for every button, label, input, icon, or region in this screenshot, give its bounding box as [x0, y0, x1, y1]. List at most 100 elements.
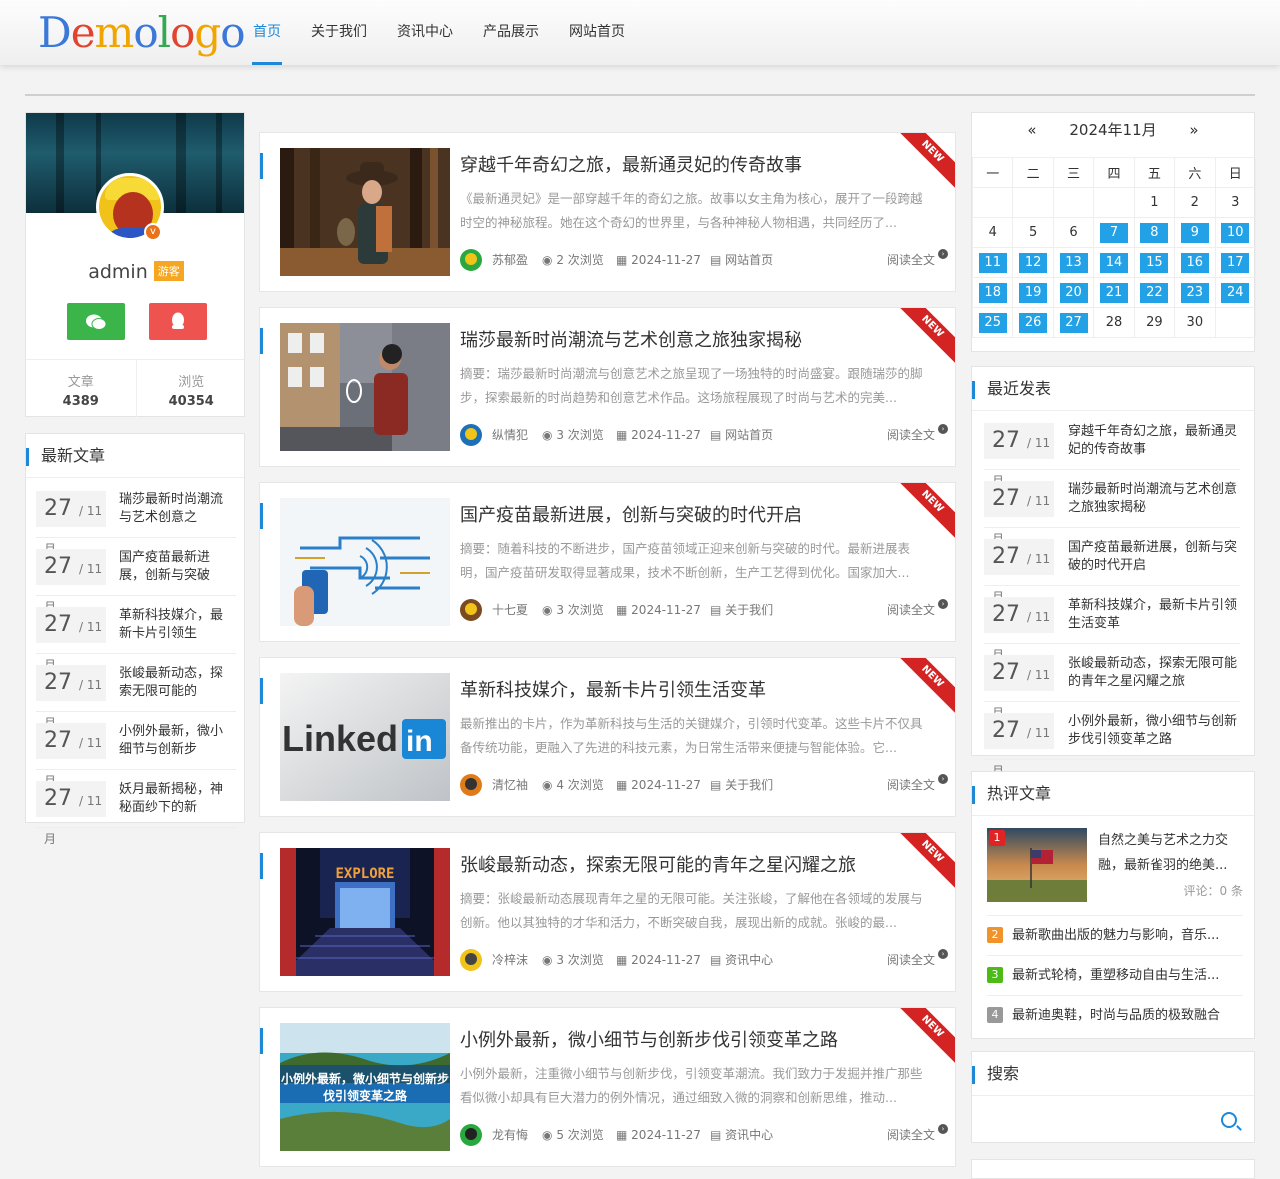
calendar-day-link[interactable]: 17	[1214, 247, 1257, 278]
nav-home[interactable]: 首页	[238, 0, 296, 65]
latest-article-item[interactable]: 27 / 11月国产疫苗最新进展，创新与突破	[36, 538, 236, 614]
recent-post-title[interactable]: 张峻最新动态，探索无限可能的青年之星闪耀之旅	[1068, 655, 1240, 691]
calendar-day-link[interactable]: 27	[1052, 307, 1095, 338]
author-name[interactable]: 冷梓沫	[492, 949, 528, 971]
post-category[interactable]: ▤ 网站首页	[710, 424, 773, 446]
calendar-day-link[interactable]: 26	[1012, 307, 1054, 338]
article-title[interactable]: 革新科技媒介，最新卡片引领生活变革	[460, 676, 766, 702]
author-name[interactable]: 清忆袖	[492, 774, 528, 796]
calendar-day-link[interactable]: 20	[1052, 277, 1095, 308]
calendar-day-link[interactable]: 24	[1214, 277, 1257, 308]
hot-top-item[interactable]: 1 自然之美与艺术之力交融，最新雀羽的绝美... 评论：0 条	[987, 828, 1243, 910]
hot-top-title[interactable]: 自然之美与艺术之力交融，最新雀羽的绝美...	[1098, 828, 1244, 878]
latest-article-title[interactable]: 张峻最新动态，探索无限可能的	[119, 665, 229, 701]
calendar-day-link[interactable]: 14	[1093, 247, 1135, 278]
latest-article-title[interactable]: 国产疫苗最新进展，创新与突破	[119, 549, 229, 585]
latest-article-item[interactable]: 27 / 11月瑞莎最新时尚潮流与艺术创意之	[36, 480, 236, 556]
calendar-day-link[interactable]: 16	[1174, 247, 1216, 278]
read-more-link[interactable]: 阅读全文 ›	[887, 599, 948, 621]
article-title[interactable]: 张峻最新动态，探索无限可能的青年之星闪耀之旅	[460, 851, 856, 877]
search-input[interactable]	[984, 1105, 1214, 1135]
calendar-day-link[interactable]: 11	[971, 247, 1014, 278]
author-avatar[interactable]	[460, 774, 482, 796]
read-more-link[interactable]: 阅读全文 ›	[887, 949, 948, 971]
post-category[interactable]: ▤ 关于我们	[710, 599, 773, 621]
article-thumbnail[interactable]	[280, 498, 450, 626]
author-avatar[interactable]	[460, 249, 482, 271]
calendar-day-link[interactable]: 23	[1174, 277, 1216, 308]
nav-site-home[interactable]: 网站首页	[554, 0, 640, 65]
hot-article-title[interactable]: 最新歌曲出版的魅力与影响，音乐...	[1012, 928, 1219, 943]
calendar-day-link[interactable]: 15	[1133, 247, 1176, 278]
latest-article-item[interactable]: 27 / 11月张峻最新动态，探索无限可能的	[36, 654, 236, 730]
article-title[interactable]: 小例外最新，微小细节与创新步伐引领变革之路	[460, 1026, 838, 1052]
post-category[interactable]: ▤ 资讯中心	[710, 1124, 773, 1146]
article-thumbnail[interactable]	[280, 148, 450, 276]
latest-article-title[interactable]: 妖月最新揭秘，神秘面纱下的新	[119, 781, 229, 817]
article-title[interactable]: 国产疫苗最新进展，创新与突破的时代开启	[460, 501, 802, 527]
calendar-day-link[interactable]: 25	[971, 307, 1014, 338]
recent-post-item[interactable]: 27 / 11月革新科技媒介，最新卡片引领生活变革	[984, 586, 1240, 662]
recent-post-item[interactable]: 27 / 11月瑞莎最新时尚潮流与艺术创意之旅独家揭秘	[984, 470, 1240, 546]
calendar-day-link[interactable]: 9	[1174, 217, 1216, 248]
author-name[interactable]: 十七夏	[492, 599, 528, 621]
author-avatar[interactable]	[460, 599, 482, 621]
hot-article-item[interactable]: 2 最新歌曲出版的魅力与影响，音乐...	[987, 915, 1243, 955]
recent-post-item[interactable]: 27 / 11月穿越千年奇幻之旅，最新通灵妃的传奇故事	[984, 412, 1240, 488]
search-icon[interactable]	[1221, 1112, 1237, 1128]
wechat-button[interactable]	[67, 303, 125, 340]
calendar-day-link[interactable]: 18	[971, 277, 1014, 308]
article-title[interactable]: 瑞莎最新时尚潮流与艺术创意之旅独家揭秘	[460, 326, 802, 352]
read-more-link[interactable]: 阅读全文 ›	[887, 1124, 948, 1146]
site-logo[interactable]: Demologo	[38, 6, 246, 60]
hot-top-thumbnail[interactable]: 1	[987, 828, 1087, 902]
latest-article-item[interactable]: 27 / 11月革新科技媒介，最新卡片引领生	[36, 596, 236, 672]
hot-article-item[interactable]: 3 最新式轮椅，重塑移动自由与生活...	[987, 955, 1243, 995]
latest-article-title[interactable]: 革新科技媒介，最新卡片引领生	[119, 607, 229, 643]
read-more-link[interactable]: 阅读全文 ›	[887, 249, 948, 271]
calendar-day-link[interactable]: 7	[1093, 217, 1135, 248]
author-avatar[interactable]	[460, 949, 482, 971]
calendar-day-link[interactable]: 21	[1093, 277, 1135, 308]
nav-news[interactable]: 资讯中心	[382, 0, 468, 65]
read-more-link[interactable]: 阅读全文 ›	[887, 774, 948, 796]
post-category[interactable]: ▤ 资讯中心	[710, 949, 773, 971]
article-thumbnail[interactable]	[280, 323, 450, 451]
nav-products[interactable]: 产品展示	[468, 0, 554, 65]
author-avatar[interactable]	[460, 1124, 482, 1146]
recent-post-title[interactable]: 小例外最新，微小细节与创新步伐引领变革之路	[1068, 713, 1240, 749]
article-thumbnail[interactable]: 小例外最新，微小细节与创新步伐引领变革之路	[280, 1023, 450, 1151]
recent-post-title[interactable]: 革新科技媒介，最新卡片引领生活变革	[1068, 597, 1240, 633]
calendar-day-link[interactable]: 13	[1052, 247, 1095, 278]
latest-article-title[interactable]: 小例外最新，微小细节与创新步	[119, 723, 229, 759]
calendar-day-link[interactable]: 8	[1133, 217, 1176, 248]
latest-article-item[interactable]: 27 / 11月小例外最新，微小细节与创新步	[36, 712, 236, 788]
latest-article-item[interactable]: 27 / 11月 妖月最新揭秘，神秘面纱下的新	[36, 770, 236, 846]
calendar-next-button[interactable]: »	[1189, 121, 1198, 139]
article-thumbnail[interactable]: EXPLORE	[280, 848, 450, 976]
calendar-prev-button[interactable]: «	[1027, 121, 1036, 139]
hot-article-title[interactable]: 最新式轮椅，重塑移动自由与生活...	[1012, 968, 1219, 983]
recent-post-item[interactable]: 27 / 11月张峻最新动态，探索无限可能的青年之星闪耀之旅	[984, 644, 1240, 720]
latest-article-title[interactable]: 瑞莎最新时尚潮流与艺术创意之	[119, 491, 229, 527]
hot-article-item[interactable]: 4 最新迪奥鞋，时尚与品质的极致融合	[987, 995, 1243, 1035]
author-name[interactable]: 龙有悔	[492, 1124, 528, 1146]
qq-button[interactable]	[149, 303, 207, 340]
recent-post-title[interactable]: 穿越千年奇幻之旅，最新通灵妃的传奇故事	[1068, 423, 1240, 459]
calendar-day-link[interactable]: 12	[1012, 247, 1054, 278]
recent-post-item[interactable]: 27 / 11月国产疫苗最新进展，创新与突破的时代开启	[984, 528, 1240, 604]
article-thumbnail[interactable]: Linked in	[280, 673, 450, 801]
read-more-link[interactable]: 阅读全文 ›	[887, 424, 948, 446]
calendar-day-link[interactable]: 22	[1133, 277, 1176, 308]
post-category[interactable]: ▤ 网站首页	[710, 249, 773, 271]
recent-post-item[interactable]: 27 / 11月小例外最新，微小细节与创新步伐引领变革之路	[984, 702, 1240, 778]
hot-article-title[interactable]: 最新迪奥鞋，时尚与品质的极致融合	[1012, 1008, 1220, 1023]
post-category[interactable]: ▤ 关于我们	[710, 774, 773, 796]
author-name[interactable]: 纵情犯	[492, 424, 528, 446]
article-title[interactable]: 穿越千年奇幻之旅，最新通灵妃的传奇故事	[460, 151, 802, 177]
calendar-day-link[interactable]: 10	[1214, 217, 1257, 248]
author-name[interactable]: 苏郁盈	[492, 249, 528, 271]
recent-post-title[interactable]: 瑞莎最新时尚潮流与艺术创意之旅独家揭秘	[1068, 481, 1240, 517]
nav-about[interactable]: 关于我们	[296, 0, 382, 65]
recent-post-title[interactable]: 国产疫苗最新进展，创新与突破的时代开启	[1068, 539, 1240, 575]
